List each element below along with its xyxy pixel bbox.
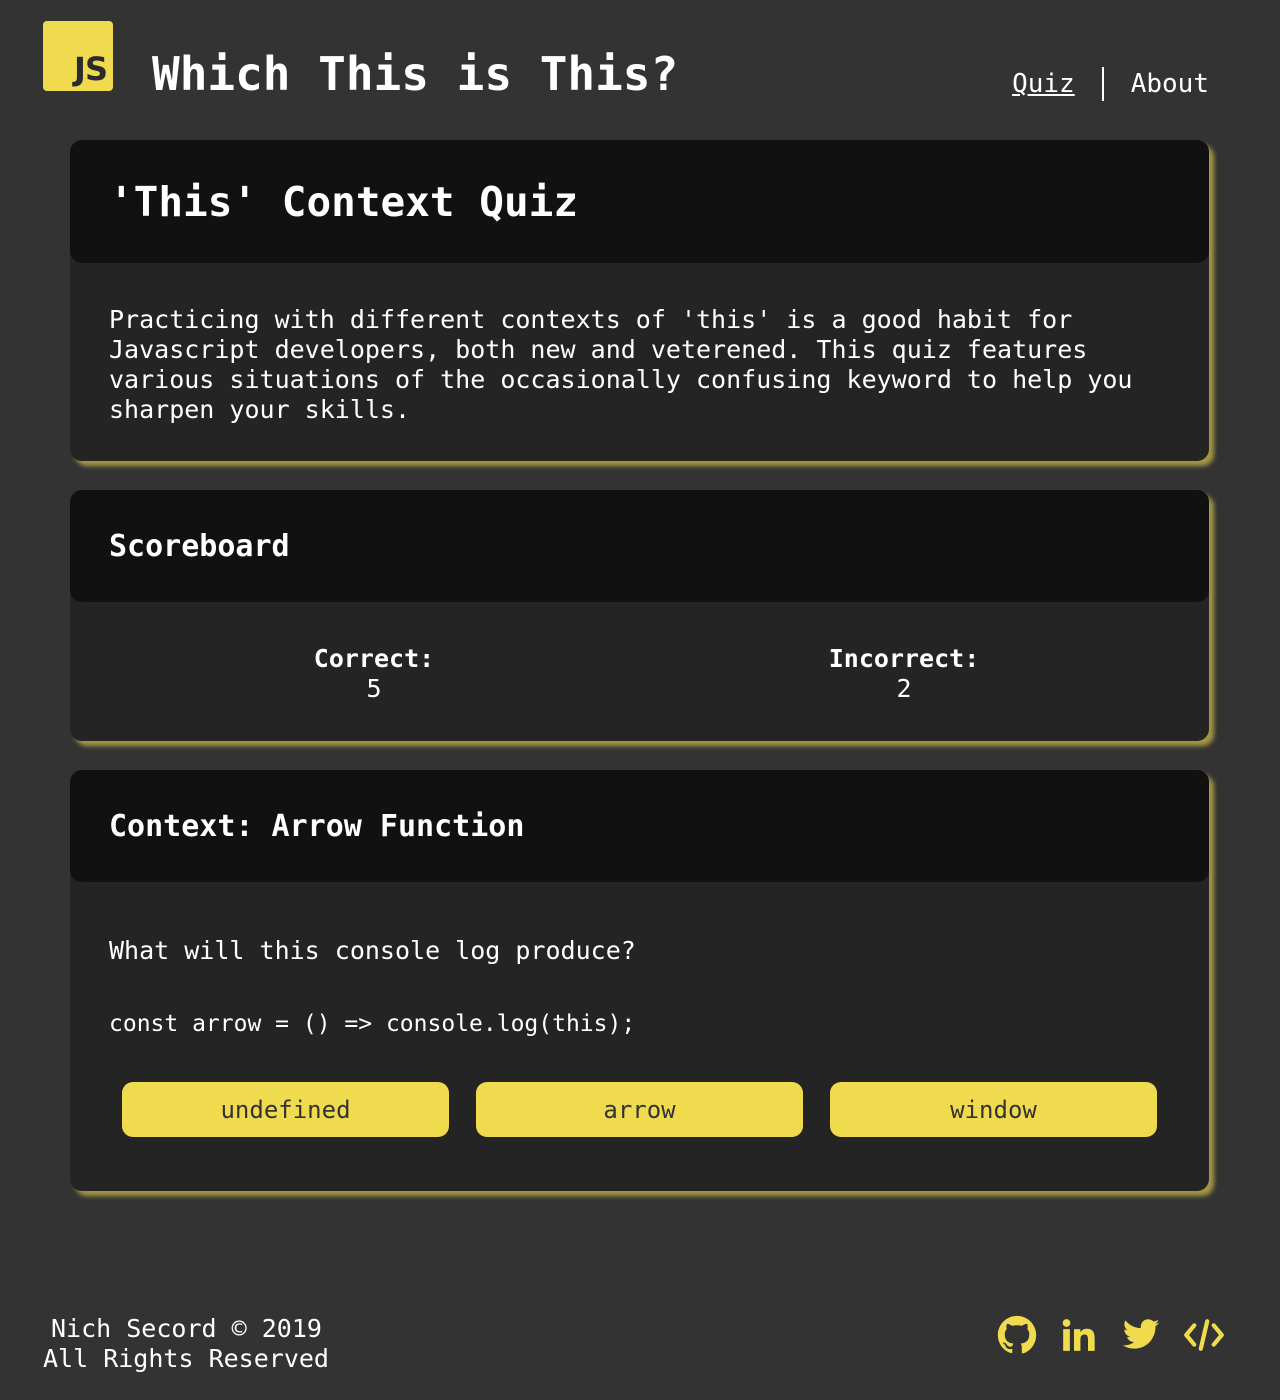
question-header: Context: Arrow Function [70, 770, 1209, 882]
code-icon[interactable] [1183, 1315, 1224, 1355]
rights-line: All Rights Reserved [43, 1344, 329, 1373]
correct-value: 5 [366, 674, 382, 703]
intro-card-header: 'This' Context Quiz [70, 140, 1209, 263]
social-links [997, 1315, 1224, 1355]
nav-about-link[interactable]: About [1131, 66, 1209, 102]
js-logo[interactable]: JS [43, 21, 113, 91]
incorrect-label: Incorrect: [828, 644, 980, 673]
correct-label: Correct: [313, 644, 435, 673]
nav-quiz-link[interactable]: Quiz [1012, 66, 1075, 102]
linkedin-icon[interactable] [1059, 1315, 1099, 1355]
scoreboard-title: Scoreboard [109, 528, 290, 564]
scoreboard-card: Scoreboard Correct: 5 Incorrect: 2 [70, 490, 1209, 741]
copyright-line: Nich Secord © 2019 [51, 1314, 322, 1343]
answer-button-arrow[interactable]: arrow [476, 1082, 803, 1137]
answer-options: undefined arrow window [122, 1082, 1157, 1137]
main-nav: Quiz About [1012, 66, 1209, 102]
intro-title: 'This' Context Quiz [109, 177, 578, 226]
intro-description: Practicing with different contexts of 't… [109, 305, 1133, 424]
logo-text: JS [74, 50, 108, 88]
question-title: Context: Arrow Function [109, 808, 525, 844]
answer-button-undefined[interactable]: undefined [122, 1082, 449, 1137]
nav-divider [1101, 67, 1104, 101]
answer-button-window[interactable]: window [830, 1082, 1157, 1137]
question-card: Context: Arrow Function What will this c… [70, 770, 1209, 1191]
incorrect-value: 2 [896, 674, 912, 703]
site-header: JS Which This is This? Quiz About [0, 0, 1280, 130]
question-prompt: What will this console log produce? [109, 936, 636, 965]
site-title: Which This is This? [152, 47, 679, 101]
correct-score: Correct: 5 [224, 644, 524, 704]
twitter-icon[interactable] [1121, 1315, 1161, 1355]
code-snippet: const arrow = () => console.log(this); [109, 1011, 636, 1037]
incorrect-score: Incorrect: 2 [754, 644, 1054, 704]
scoreboard-header: Scoreboard [70, 490, 1209, 602]
intro-card: 'This' Context Quiz Practicing with diff… [70, 140, 1209, 461]
github-icon[interactable] [997, 1315, 1037, 1355]
footer-copyright: Nich Secord © 2019 All Rights Reserved [43, 1314, 329, 1374]
